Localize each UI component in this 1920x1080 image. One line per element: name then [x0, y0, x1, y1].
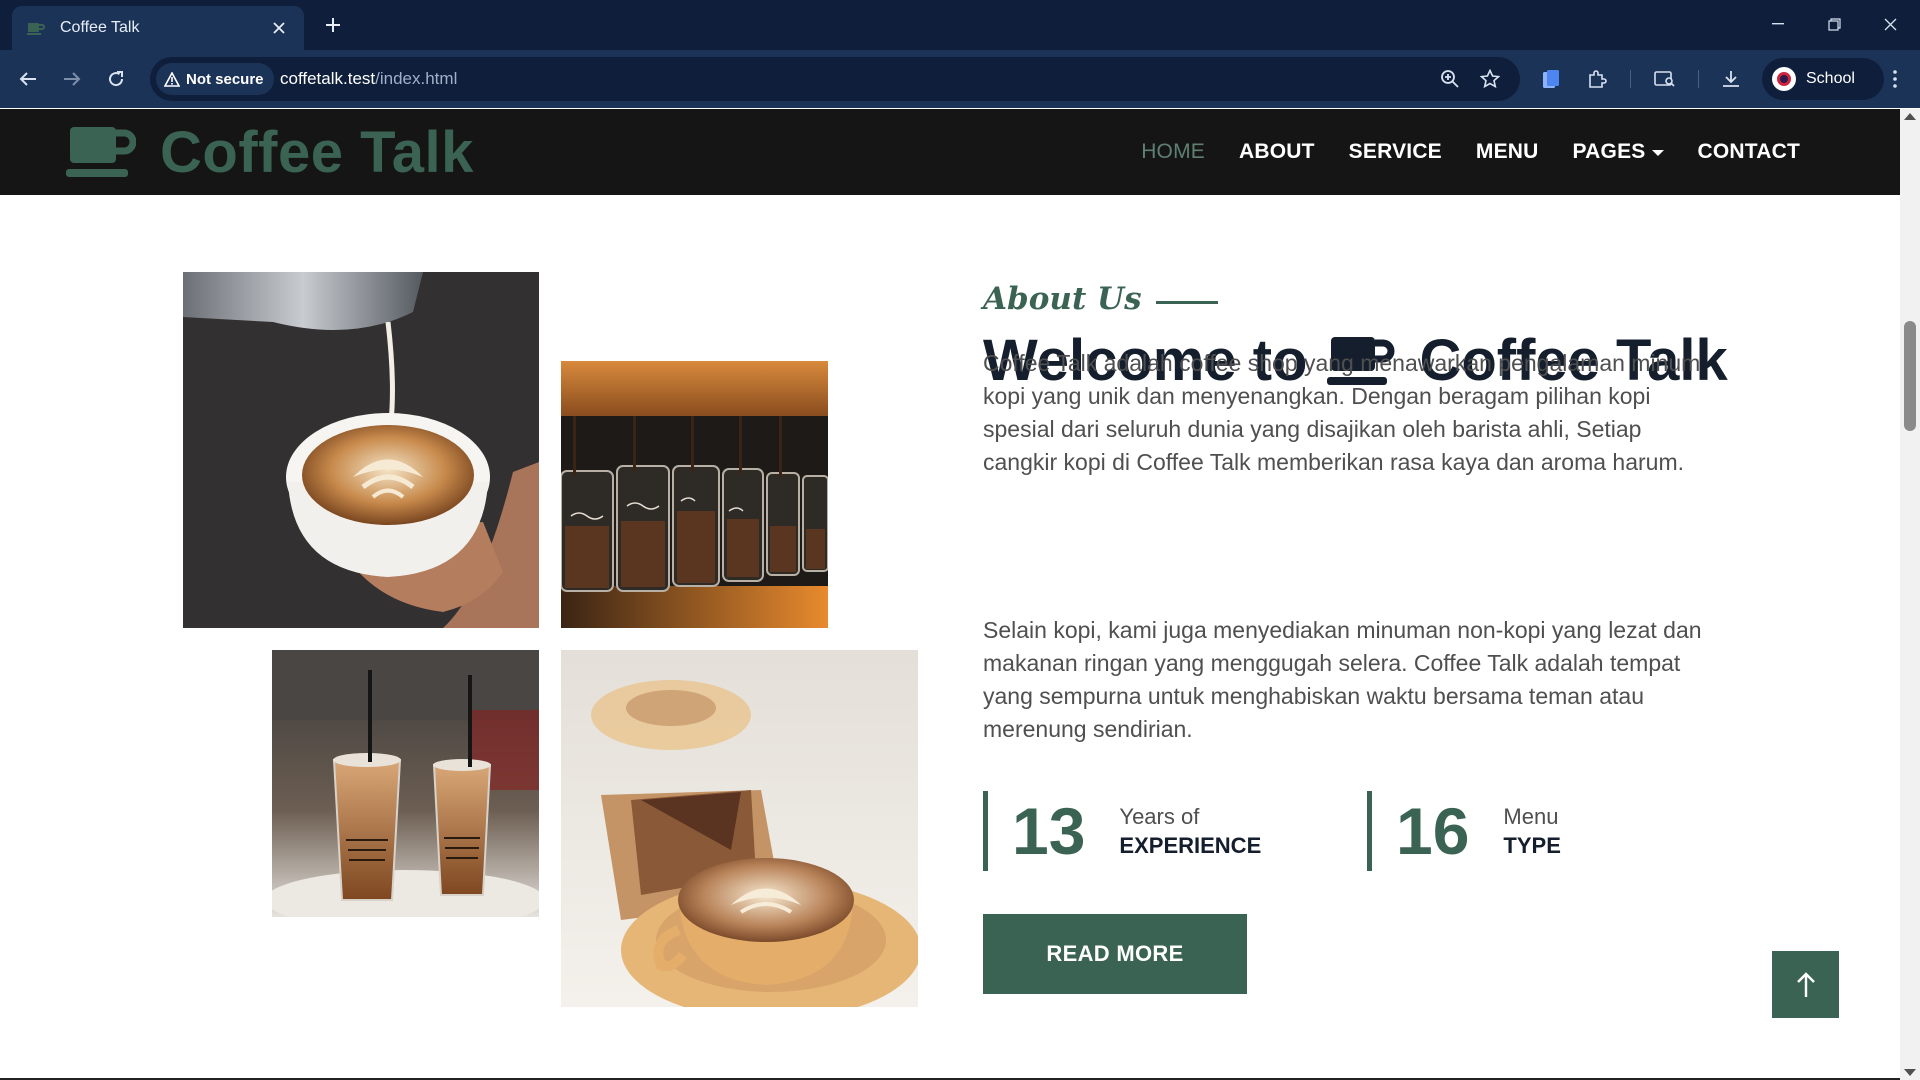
security-label: Not secure	[186, 70, 264, 88]
nav-service[interactable]: SERVICE	[1349, 140, 1442, 164]
extensions-icon[interactable]	[1582, 64, 1612, 94]
latte-pour-image	[183, 272, 539, 628]
scrollbar-thumb[interactable]	[1904, 321, 1916, 431]
stat-label-line1: Menu	[1503, 804, 1559, 829]
caret-down-icon	[1651, 150, 1664, 156]
profile-button[interactable]: School	[1762, 58, 1884, 100]
arrow-up-icon	[1796, 971, 1815, 997]
toolbar-separator	[1630, 70, 1631, 88]
stat-label-line2: TYPE	[1503, 833, 1561, 858]
stat-bar	[1367, 791, 1372, 871]
new-tab-icon[interactable]	[318, 10, 348, 40]
read-more-button[interactable]: READ MORE	[983, 914, 1247, 994]
stat-label-line1: Years of	[1119, 804, 1200, 829]
side-panel-icon[interactable]	[1536, 64, 1566, 94]
menu-kebab-icon[interactable]	[1880, 64, 1910, 94]
coffee-cup-icon	[66, 127, 136, 177]
about-paragraph-1: Coffee Talk adalah coffee shop yang mena…	[983, 350, 1701, 475]
stat-menu-type: 16 Menu TYPE	[1367, 791, 1561, 871]
scroll-down-arrow-icon[interactable]	[1904, 1069, 1916, 1076]
about-eyebrow: About Us	[983, 281, 1218, 317]
forward-icon[interactable]	[56, 63, 88, 95]
eyebrow-line	[1155, 300, 1218, 304]
nav-pages-label: PAGES	[1572, 140, 1646, 163]
security-chip[interactable]: Not secure	[156, 63, 274, 95]
downloads-icon[interactable]	[1716, 64, 1746, 94]
profile-name: School	[1806, 70, 1855, 87]
tab-title: Coffee Talk	[60, 19, 140, 36]
stat-number: 13	[1012, 794, 1086, 868]
page-viewport: Coffee Talk HOME ABOUT SERVICE MENU PAGE…	[0, 109, 1920, 1080]
url-path: /index.html	[375, 69, 458, 88]
browser-toolbar: Not secure coffetalk.test/index.html Sch…	[0, 50, 1920, 108]
url-text[interactable]: coffetalk.test/index.html	[280, 57, 457, 101]
site-navbar: Coffee Talk HOME ABOUT SERVICE MENU PAGE…	[0, 109, 1900, 195]
stat-label: Years of EXPERIENCE	[1119, 802, 1261, 860]
nav-contact[interactable]: CONTACT	[1698, 140, 1801, 164]
tab-search-icon[interactable]	[1650, 64, 1680, 94]
favicon-cup-icon	[26, 20, 46, 36]
bookmark-star-icon[interactable]	[1476, 65, 1504, 93]
address-bar[interactable]: Not secure coffetalk.test/index.html	[150, 57, 1520, 101]
page-scrollbar[interactable]	[1900, 109, 1920, 1080]
window-close-icon[interactable]	[1862, 0, 1918, 48]
latte-cake-image	[561, 650, 918, 1007]
about-paragraph-2: Selain kopi, kami juga menyediakan minum…	[983, 617, 1702, 742]
browser-tab-active[interactable]: Coffee Talk	[12, 6, 304, 50]
main-menu: HOME ABOUT SERVICE MENU PAGES CONTACT	[1107, 109, 1800, 195]
back-icon[interactable]	[12, 63, 44, 95]
warning-icon	[164, 71, 180, 87]
minimize-icon[interactable]	[1750, 0, 1806, 48]
coffee-jars-image	[561, 361, 828, 628]
nav-about[interactable]: ABOUT	[1239, 140, 1315, 164]
stat-number: 16	[1396, 794, 1470, 868]
stat-label-line2: EXPERIENCE	[1119, 833, 1262, 858]
nav-home[interactable]: HOME	[1141, 140, 1205, 164]
stat-experience: 13 Years of EXPERIENCE	[983, 791, 1261, 871]
zoom-icon[interactable]	[1436, 65, 1464, 93]
url-host: coffetalk.test	[280, 69, 376, 88]
iced-coffee-image	[272, 650, 539, 917]
tab-close-icon[interactable]	[268, 17, 290, 39]
nav-menu[interactable]: MENU	[1476, 140, 1539, 164]
brand-logo[interactable]: Coffee Talk	[66, 119, 474, 185]
profile-icon	[1772, 67, 1796, 91]
back-to-top-button[interactable]	[1772, 951, 1839, 1018]
eyebrow-text: About Us	[983, 281, 1142, 317]
toolbar-separator	[1698, 70, 1699, 88]
restore-icon[interactable]	[1806, 0, 1862, 48]
brand-name: Coffee Talk	[160, 119, 474, 185]
scroll-up-arrow-icon[interactable]	[1904, 113, 1916, 120]
stat-label: Menu TYPE	[1503, 802, 1560, 860]
nav-pages-dropdown[interactable]: PAGES	[1573, 140, 1664, 164]
stat-bar	[983, 791, 988, 871]
browser-tab-strip: Coffee Talk	[0, 0, 1920, 50]
reload-icon[interactable]	[100, 63, 132, 95]
